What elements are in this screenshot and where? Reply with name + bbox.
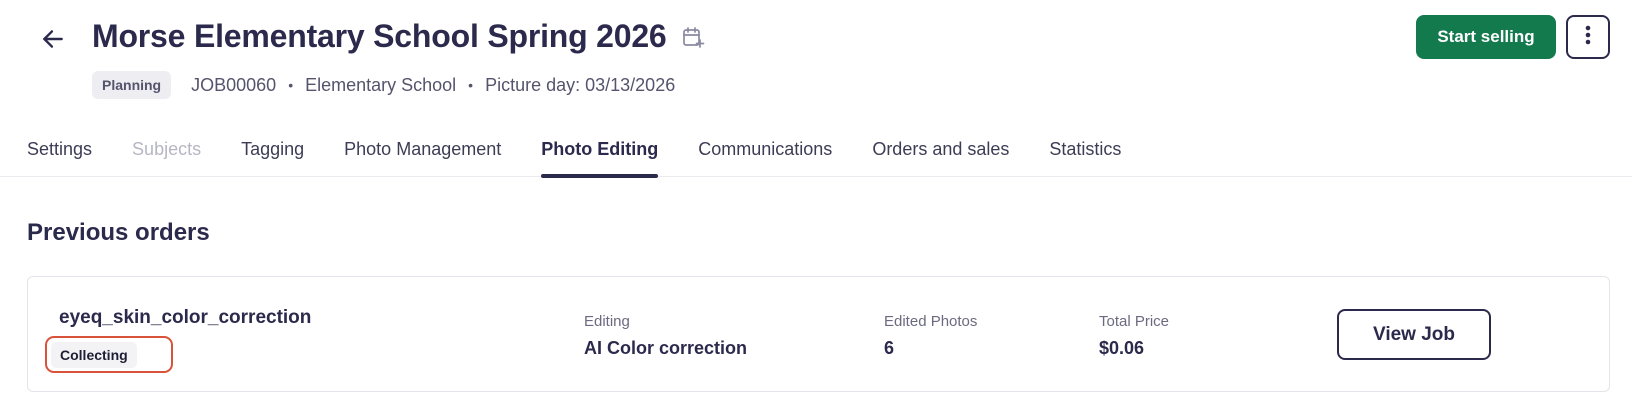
tab-settings[interactable]: Settings — [27, 128, 92, 177]
job-meta-row: Planning JOB00060 • Elementary School • … — [92, 71, 675, 99]
meta-separator: • — [288, 77, 294, 93]
more-options-button[interactable] — [1566, 15, 1610, 59]
school-type: Elementary School — [305, 74, 457, 95]
total-price-value: $0.06 — [1099, 338, 1145, 358]
total-price-column: Total Price $0.06 — [1099, 313, 1169, 359]
tab-photo-editing[interactable]: Photo Editing — [541, 128, 658, 178]
job-id: JOB00060 — [191, 74, 277, 95]
view-job-button[interactable]: View Job — [1337, 309, 1491, 360]
editing-column: Editing AI Color correction — [584, 313, 747, 359]
arrow-left-icon — [40, 26, 66, 57]
picture-day: Picture day: 03/13/2026 — [485, 74, 676, 95]
tab-subjects[interactable]: Subjects — [132, 128, 201, 177]
order-status-badge: Collecting — [51, 341, 137, 368]
page-title: Morse Elementary School Spring 2026 — [92, 18, 667, 54]
order-card: eyeq_skin_color_correction Collecting Ed… — [27, 276, 1610, 392]
start-selling-button[interactable]: Start selling — [1416, 15, 1556, 59]
status-highlight: Collecting — [45, 336, 173, 373]
tab-statistics[interactable]: Statistics — [1049, 128, 1121, 177]
status-badge: Planning — [92, 71, 172, 99]
total-price-label: Total Price — [1099, 313, 1170, 330]
editing-value: AI Color correction — [584, 338, 748, 358]
more-vertical-icon — [1585, 25, 1591, 50]
tab-tagging[interactable]: Tagging — [241, 128, 304, 177]
edited-photos-column: Edited Photos 6 — [884, 313, 977, 359]
calendar-add-icon[interactable] — [681, 25, 705, 49]
title-row: Morse Elementary School Spring 2026 — [92, 18, 705, 55]
order-name: eyeq_skin_color_correction — [59, 307, 312, 328]
job-tabs: Settings Subjects Tagging Photo Manageme… — [0, 128, 1632, 178]
tab-orders-and-sales[interactable]: Orders and sales — [872, 128, 1009, 177]
meta-separator: • — [468, 77, 474, 93]
tab-photo-management[interactable]: Photo Management — [344, 128, 501, 177]
edited-photos-value: 6 — [884, 338, 895, 358]
back-button[interactable] — [36, 24, 70, 58]
edited-photos-label: Edited Photos — [884, 313, 978, 330]
job-page: Morse Elementary School Spring 2026 Plan… — [0, 0, 1632, 415]
section-title: Previous orders — [27, 219, 210, 246]
editing-label: Editing — [584, 313, 630, 330]
tab-communications[interactable]: Communications — [698, 128, 832, 177]
